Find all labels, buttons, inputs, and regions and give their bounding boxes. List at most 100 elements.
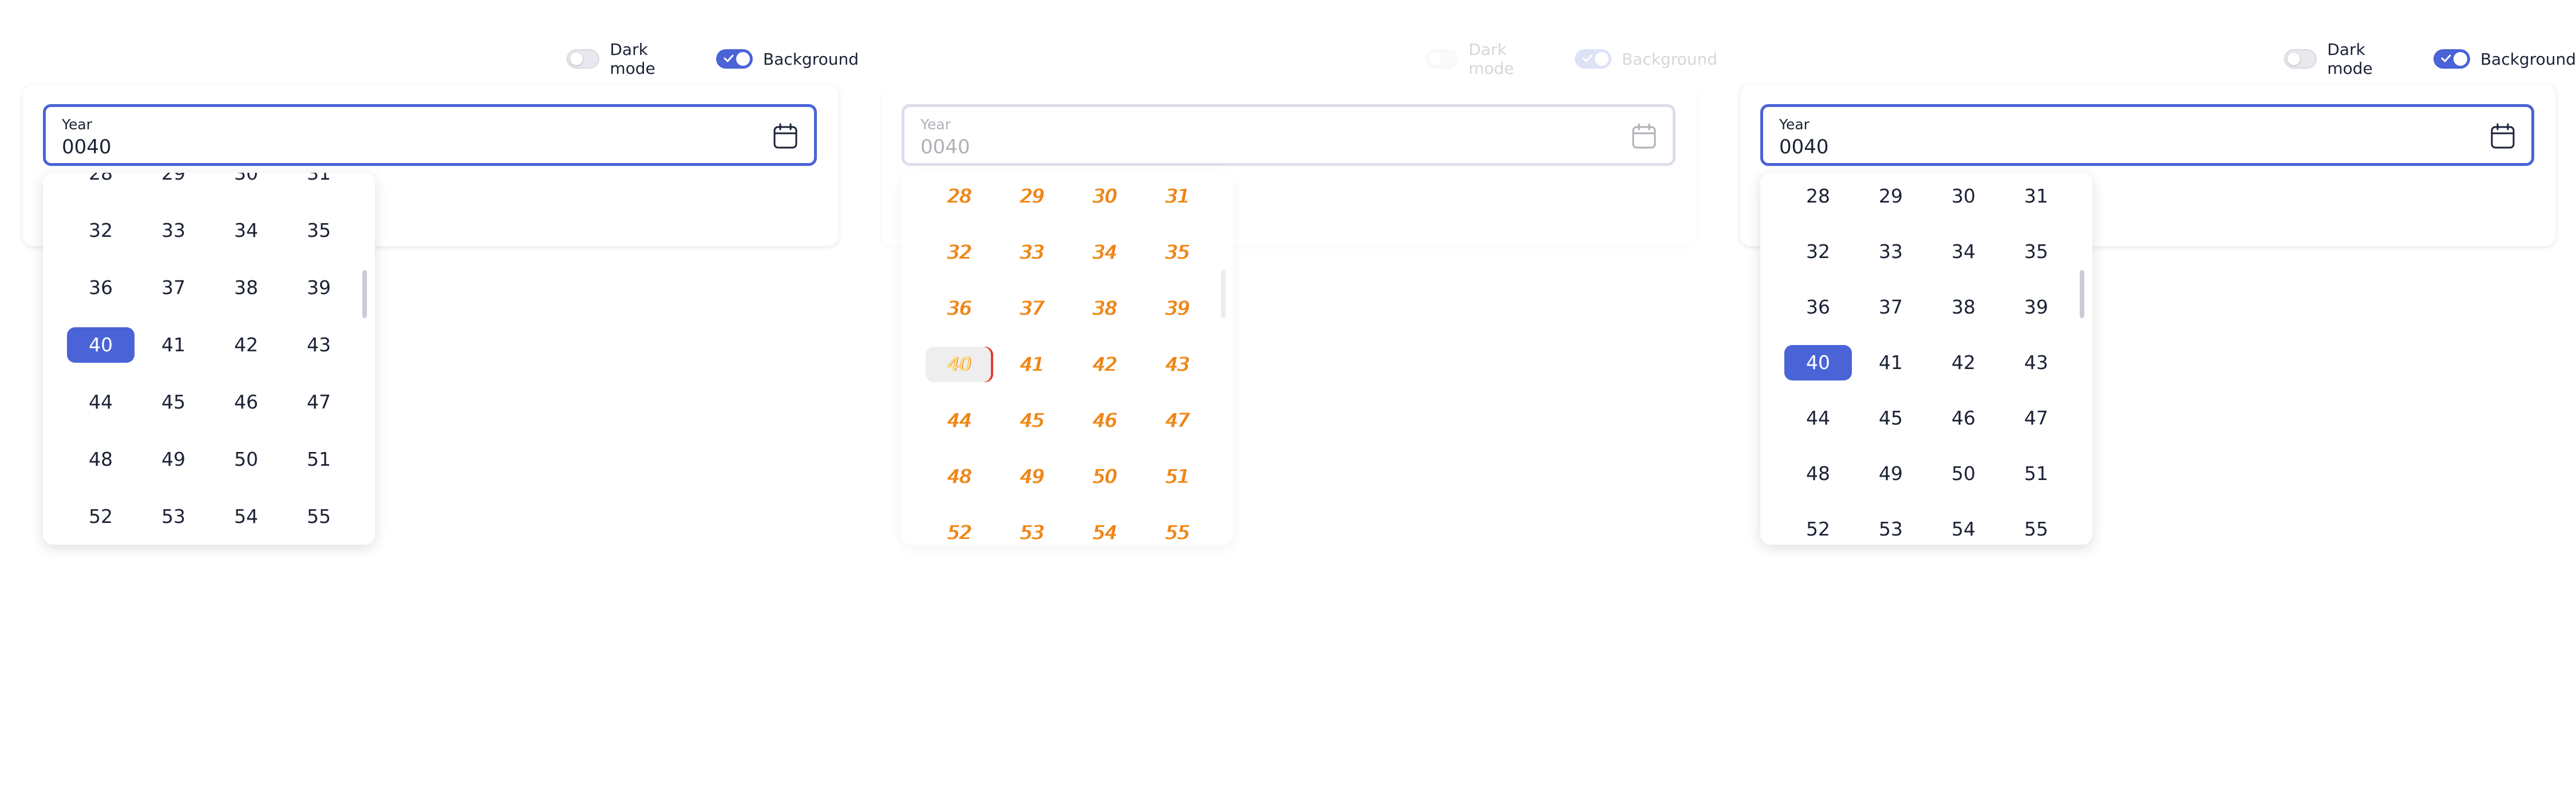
background-switch[interactable] (2433, 49, 2470, 69)
year-option[interactable]: 52 (1784, 511, 1852, 545)
year-option[interactable]: 42 (212, 327, 280, 363)
year-option[interactable]: 36 (67, 270, 135, 306)
year-option[interactable]: 48 (67, 442, 135, 477)
year-option[interactable]: 28 (926, 179, 993, 214)
year-option[interactable]: 47 (285, 384, 353, 420)
calendar-icon[interactable] (1631, 123, 1657, 149)
background-toggle[interactable]: Background (716, 49, 859, 69)
year-dropdown[interactable]: 28 29 30 31 32 33 34 35 36 37 38 39 40 41 42 43 44 45 46 47… (43, 173, 375, 545)
year-option[interactable]: 43 (1144, 347, 1211, 382)
year-option[interactable]: 50 (212, 442, 280, 477)
year-option[interactable]: 52 (926, 515, 993, 545)
year-option[interactable]: 39 (1144, 291, 1211, 326)
year-option[interactable]: 38 (1930, 290, 1997, 325)
year-option[interactable]: 34 (212, 213, 280, 248)
year-option[interactable]: 53 (998, 515, 1066, 545)
background-switch[interactable] (1574, 49, 1611, 69)
year-option[interactable]: 45 (140, 384, 207, 420)
background-toggle[interactable]: Background (1574, 49, 1717, 69)
year-option[interactable]: 39 (2002, 290, 2070, 325)
year-option[interactable]: 52 (67, 499, 135, 534)
year-option[interactable]: 36 (1784, 290, 1852, 325)
year-option[interactable]: 44 (926, 403, 993, 438)
year-option[interactable]: 41 (140, 327, 207, 363)
year-option[interactable]: 32 (926, 235, 993, 270)
year-option-selected[interactable]: 40 (926, 347, 993, 382)
dark-mode-switch[interactable] (567, 49, 600, 69)
dark-mode-switch[interactable] (1425, 49, 1459, 69)
year-option[interactable]: 37 (998, 291, 1066, 326)
year-option[interactable]: 49 (998, 459, 1066, 494)
year-option[interactable]: 55 (2002, 511, 2070, 545)
dark-mode-toggle[interactable]: Dark mode (1425, 40, 1547, 78)
dark-mode-switch[interactable] (2284, 49, 2317, 69)
year-option-selected[interactable]: 40 (1784, 345, 1852, 380)
year-option[interactable]: 31 (1144, 179, 1211, 214)
year-option[interactable]: 39 (285, 270, 353, 306)
calendar-icon[interactable] (2490, 123, 2515, 149)
year-option[interactable]: 34 (1930, 234, 1997, 269)
year-option[interactable]: 41 (1857, 345, 1925, 380)
year-option[interactable]: 47 (1144, 403, 1211, 438)
year-option[interactable]: 32 (1784, 234, 1852, 269)
year-field[interactable]: Year 0040 (902, 104, 1676, 166)
year-option[interactable]: 54 (1071, 515, 1139, 545)
year-option[interactable]: 46 (1071, 403, 1139, 438)
year-option[interactable]: 33 (1857, 234, 1925, 269)
year-option[interactable]: 45 (1857, 400, 1925, 436)
background-toggle[interactable]: Background (2433, 49, 2576, 69)
year-option[interactable]: 33 (140, 213, 207, 248)
year-option[interactable]: 41 (998, 347, 1066, 382)
background-switch[interactable] (716, 49, 753, 69)
year-option[interactable]: 55 (1144, 515, 1211, 545)
year-option[interactable]: 48 (1784, 456, 1852, 491)
year-option[interactable]: 45 (998, 403, 1066, 438)
year-option[interactable]: 54 (212, 499, 280, 534)
year-option[interactable]: 48 (926, 459, 993, 494)
year-option[interactable]: 37 (1857, 290, 1925, 325)
year-option[interactable]: 42 (1930, 345, 1997, 380)
year-field-value[interactable]: 0040 (1779, 136, 1829, 158)
year-dropdown[interactable]: 28 29 30 31 32 33 34 35 36 37 38 39 40 41 42 43 44 45 46 47… (902, 173, 1234, 545)
dropdown-scrollbar[interactable] (1221, 270, 1226, 318)
year-option[interactable]: 42 (1071, 347, 1139, 382)
dark-mode-toggle[interactable]: Dark mode (2284, 40, 2406, 78)
year-option[interactable]: 43 (285, 327, 353, 363)
year-option[interactable]: 46 (1930, 400, 1997, 436)
year-field-value[interactable]: 0040 (62, 136, 112, 158)
dropdown-scrollbar[interactable] (362, 270, 367, 318)
year-option[interactable]: 51 (1144, 459, 1211, 494)
year-option[interactable]: 33 (998, 235, 1066, 270)
year-option[interactable]: 38 (212, 270, 280, 306)
year-option[interactable]: 53 (1857, 511, 1925, 545)
year-dropdown[interactable]: 28 29 30 31 32 33 34 35 36 37 38 39 40 41 42 43 44 45 46 47… (1760, 173, 2092, 545)
year-option[interactable]: 29 (1857, 179, 1925, 214)
year-option[interactable]: 35 (285, 213, 353, 248)
year-option[interactable]: 31 (285, 173, 353, 191)
year-option[interactable]: 30 (212, 173, 280, 191)
year-option[interactable]: 37 (140, 270, 207, 306)
year-option[interactable]: 46 (212, 384, 280, 420)
year-option[interactable]: 29 (140, 173, 207, 191)
year-option[interactable]: 28 (1784, 179, 1852, 214)
year-option[interactable]: 30 (1930, 179, 1997, 214)
year-option[interactable]: 51 (2002, 456, 2070, 491)
year-option[interactable]: 32 (67, 213, 135, 248)
year-option[interactable]: 47 (2002, 400, 2070, 436)
year-option[interactable]: 36 (926, 291, 993, 326)
year-option[interactable]: 34 (1071, 235, 1139, 270)
year-option[interactable]: 35 (1144, 235, 1211, 270)
year-option[interactable]: 51 (285, 442, 353, 477)
year-option[interactable]: 38 (1071, 291, 1139, 326)
year-option[interactable]: 35 (2002, 234, 2070, 269)
year-option[interactable]: 30 (1071, 179, 1139, 214)
dark-mode-toggle[interactable]: Dark mode (567, 40, 689, 78)
year-option[interactable]: 49 (1857, 456, 1925, 491)
year-option[interactable]: 54 (1930, 511, 1997, 545)
year-option-selected[interactable]: 40 (67, 327, 135, 363)
year-option[interactable]: 43 (2002, 345, 2070, 380)
year-option[interactable]: 50 (1071, 459, 1139, 494)
year-option[interactable]: 50 (1930, 456, 1997, 491)
dropdown-scrollbar[interactable] (2080, 270, 2084, 318)
year-option[interactable]: 31 (2002, 179, 2070, 214)
